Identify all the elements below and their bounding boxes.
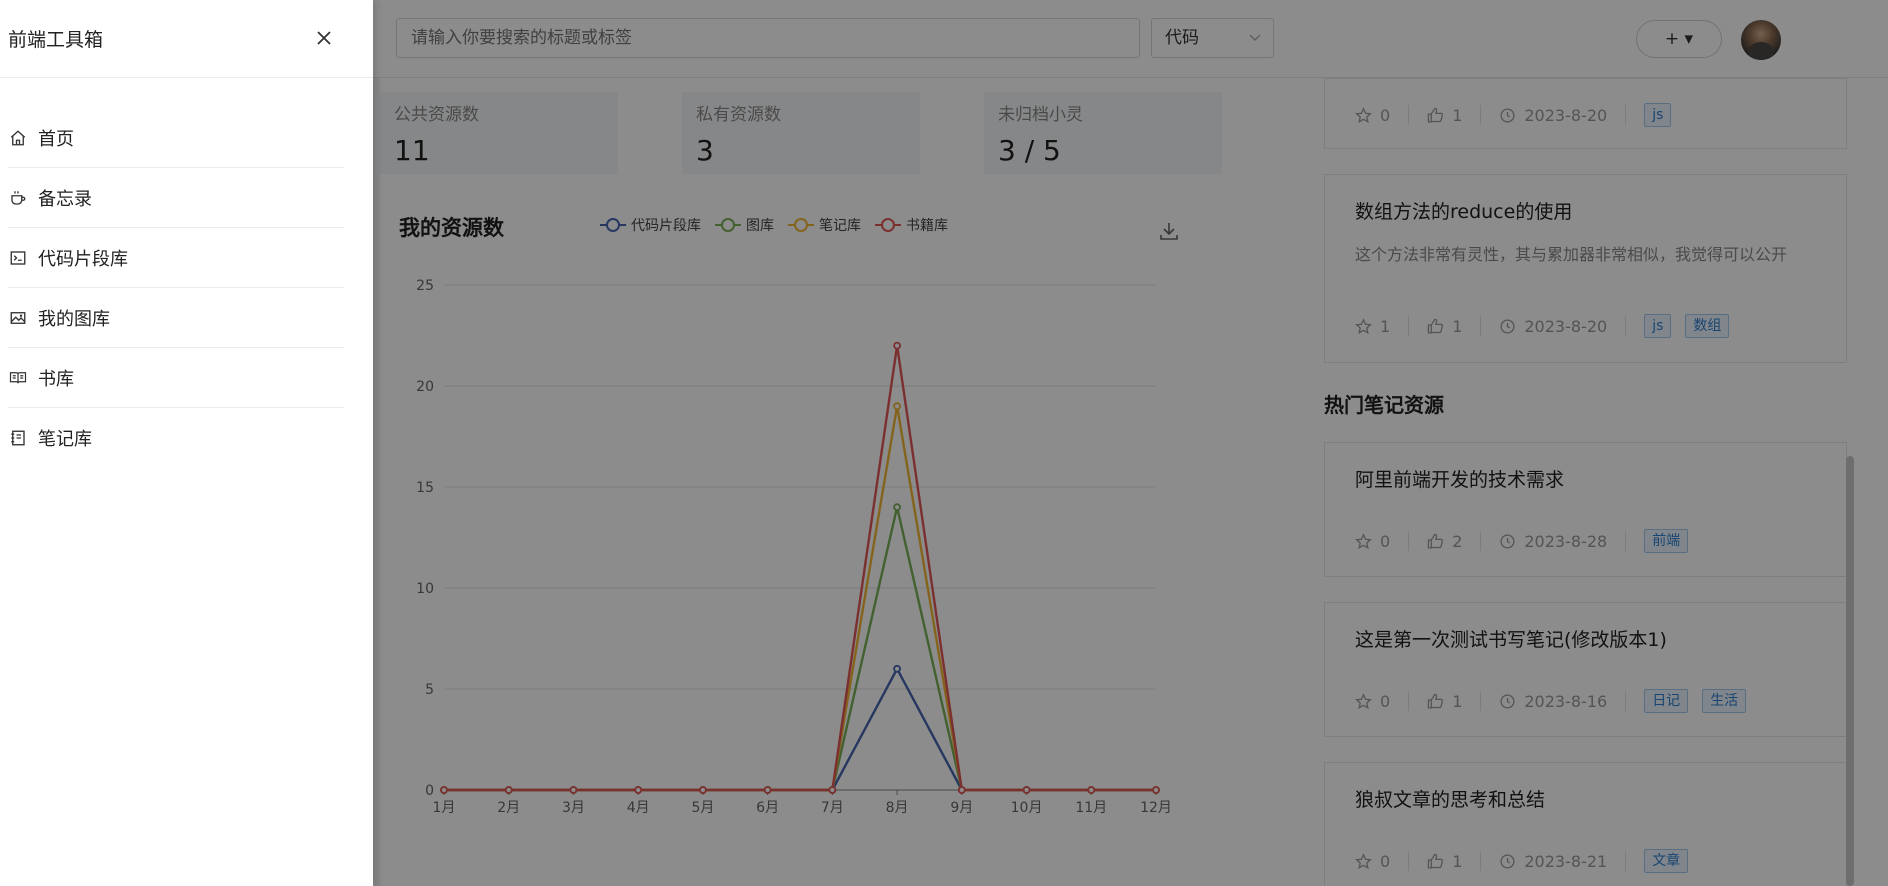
drawer-item-memo[interactable]: 备忘录 [8, 168, 344, 228]
drawer-item-label: 我的图库 [38, 308, 110, 330]
coffee-cup-icon [8, 188, 28, 208]
drawer-menu: 首页 备忘录 代码片段库 我的图库 书库 笔记库 [0, 108, 373, 468]
notebook-icon [8, 428, 28, 448]
book-icon [8, 368, 28, 388]
drawer-item-label: 书库 [38, 368, 74, 390]
terminal-icon [8, 248, 28, 268]
drawer-item-code-snippets[interactable]: 代码片段库 [8, 228, 344, 288]
drawer-item-books[interactable]: 书库 [8, 348, 344, 408]
drawer-item-label: 首页 [38, 128, 74, 150]
drawer-header: 前端工具箱 [0, 0, 373, 78]
home-icon [8, 128, 28, 148]
drawer-item-label: 备忘录 [38, 188, 92, 210]
drawer-item-home[interactable]: 首页 [8, 108, 344, 168]
nav-drawer: 前端工具箱 首页 备忘录 代码片段库 我的图库 书库 笔记库 [0, 0, 373, 886]
drawer-item-gallery[interactable]: 我的图库 [8, 288, 344, 348]
drawer-item-label: 笔记库 [38, 429, 92, 450]
picture-icon [8, 308, 28, 328]
drawer-item-notes[interactable]: 笔记库 [8, 408, 344, 468]
drawer-item-label: 代码片段库 [38, 248, 128, 270]
close-icon[interactable] [312, 26, 336, 50]
app-root: 代码 + ▾ 公共资源数 11 私有资源数 3 未归档小灵 3 / 5 我的资源… [0, 0, 1888, 886]
drawer-title: 前端工具箱 [8, 29, 104, 51]
